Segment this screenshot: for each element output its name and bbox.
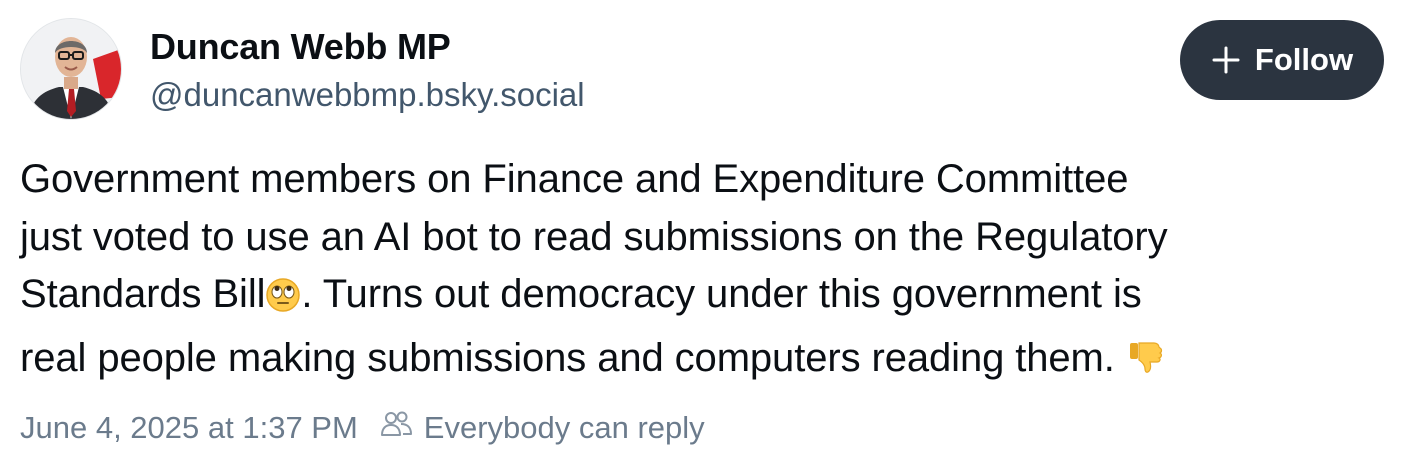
author-handle[interactable]: @duncanwebbmp.bsky.social	[150, 76, 585, 114]
people-icon	[380, 409, 414, 447]
post-text-line: Government members on Finance and Expend…	[20, 157, 1129, 201]
reply-setting[interactable]: Everybody can reply	[424, 410, 705, 446]
post-text-segment: real people making submissions and compu…	[20, 335, 1126, 380]
follow-button[interactable]: Follow	[1180, 20, 1384, 100]
author-avatar[interactable]	[20, 18, 122, 120]
author-display-name[interactable]: Duncan Webb MP	[150, 26, 451, 68]
face-with-rolling-eyes-icon	[265, 272, 301, 330]
post-text: Government members on Finance and Expend…	[20, 151, 1385, 393]
post-text-line: real people making submissions and compu…	[20, 330, 1385, 394]
post-text-segment: Standards Bill	[20, 272, 266, 316]
follow-button-label: Follow	[1254, 42, 1354, 77]
post-text-segment: . Turns out democracy under this governm…	[301, 272, 1142, 316]
profile-photo-icon	[21, 19, 121, 119]
plus-icon	[1211, 45, 1241, 75]
post-text-line: Standards Bill . Turns out democracy und…	[20, 266, 1385, 330]
post-timestamp[interactable]: June 4, 2025 at 1:37 PM	[20, 410, 358, 446]
post-text-line: just voted to use an AI bot to read subm…	[20, 214, 1168, 259]
post-meta: June 4, 2025 at 1:37 PM Everybody can re…	[20, 408, 705, 448]
post-card: Duncan Webb MP @duncanwebbmp.bsky.social…	[0, 0, 1402, 460]
thumbs-down-icon	[1126, 336, 1166, 394]
